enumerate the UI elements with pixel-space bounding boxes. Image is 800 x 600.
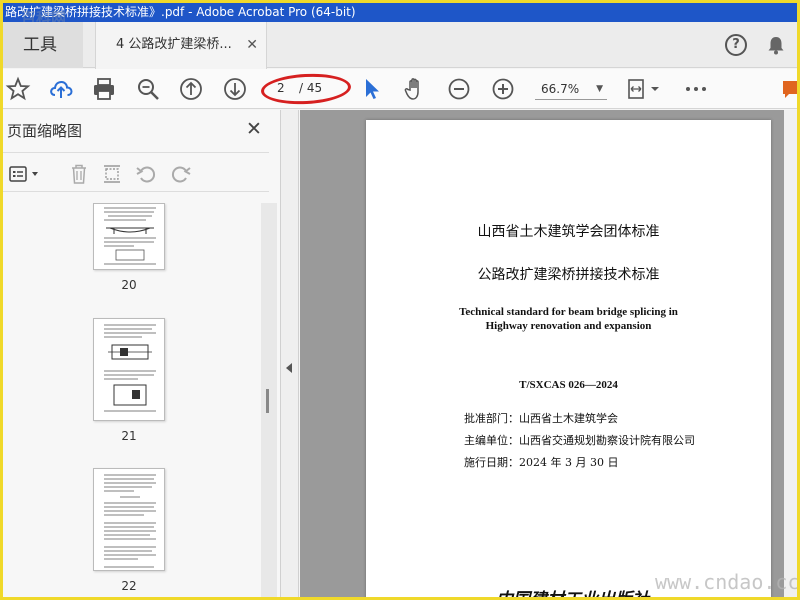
bookmark-star-icon[interactable]	[5, 76, 31, 102]
watermark-bottom-right: www.cndao.cc	[655, 570, 797, 594]
page-title-en: Technical standard for beam bridge splic…	[366, 305, 771, 333]
window-title-bar: 路改扩建梁桥拼接技术标准》.pdf - Adobe Acrobat Pro (6…	[3, 3, 797, 22]
zoom-in-icon[interactable]	[490, 76, 516, 102]
comment-icon[interactable]	[781, 76, 797, 102]
thumbnail-list[interactable]: 20 21 22	[3, 203, 261, 597]
pdf-page: 山西省土木建筑学会团体标准 公路改扩建梁桥拼接技术标准 Technical st…	[366, 120, 771, 597]
tab-tools[interactable]: 工具	[3, 22, 83, 68]
zoom-out-icon[interactable]	[446, 76, 472, 102]
rotate-right-icon	[172, 166, 191, 183]
thumbnail-page-21[interactable]	[93, 318, 165, 421]
page-chief-unit: 主编单位：山西省交通规划勘察设计院有限公司	[464, 434, 695, 447]
viewer-scrollbar[interactable]	[784, 110, 797, 597]
sidebar-scroll-thumb[interactable]	[266, 389, 269, 413]
thumbnail-page-22[interactable]	[93, 468, 165, 571]
main-toolbar: 2 / 45 66.7% ▼	[3, 69, 797, 109]
page-title-cn: 公路改扩建梁桥拼接技术标准	[477, 267, 660, 283]
sidebar-scrollbar[interactable]	[261, 203, 277, 597]
acrobat-window: 路改扩建梁桥拼接技术标准》.pdf - Adobe Acrobat Pro (6…	[3, 3, 797, 597]
print-icon[interactable]	[91, 76, 117, 102]
page-title-en-line1: Technical standard for beam bridge splic…	[459, 306, 678, 318]
page-organization: 山西省土木建筑学会团体标准	[477, 224, 660, 240]
sidebar-splitter[interactable]	[281, 110, 299, 597]
sidebar-close-icon[interactable]: ✕	[246, 118, 262, 140]
fit-page-icon[interactable]	[625, 76, 665, 102]
thumbnail-label-21: 21	[121, 429, 137, 443]
tab-close-icon[interactable]: ✕	[246, 22, 258, 68]
thumbnail-options-icon[interactable]	[8, 162, 44, 186]
collapse-arrow-icon[interactable]	[286, 363, 292, 373]
help-icon[interactable]: ?	[725, 34, 747, 56]
tab-document[interactable]: 4 公路改扩建梁桥... ✕	[95, 22, 267, 69]
rotate-left-icon	[136, 166, 155, 183]
more-options-icon[interactable]	[683, 76, 709, 102]
cloud-upload-icon[interactable]	[48, 76, 74, 102]
zoom-level-dropdown[interactable]: 66.7% ▼	[535, 78, 607, 100]
delete-page-icon	[72, 164, 86, 184]
next-page-icon[interactable]	[222, 76, 248, 102]
tab-document-label: 4 公路改扩建梁桥...	[116, 37, 232, 52]
zoom-search-icon[interactable]	[135, 76, 161, 102]
select-cursor-icon[interactable]	[359, 76, 385, 102]
thumbnail-sidebar: 页面缩略图 ✕ 20 21 22	[3, 110, 281, 597]
page-title-en-line2: Highway renovation and expansion	[485, 320, 652, 332]
page-effective-date: 施行日期：2024 年 3 月 30 日	[464, 456, 619, 469]
page-standard-code: T/SXCAS 026—2024	[519, 379, 618, 391]
page-approved-by: 批准部门：山西省土木建筑学会	[464, 412, 618, 425]
sidebar-title: 页面缩略图	[7, 122, 83, 140]
insert-page-icon	[104, 165, 120, 183]
hand-tool-icon[interactable]	[402, 76, 428, 102]
thumbnail-page-20[interactable]	[93, 203, 165, 270]
page-publisher: 中国建材工业出版社	[496, 585, 649, 597]
thumbnail-preview-22	[104, 474, 156, 568]
tab-bar: 工具 4 公路改扩建梁桥... ✕ ?	[3, 22, 797, 69]
notification-bell-icon[interactable]	[765, 34, 787, 56]
previous-page-icon[interactable]	[178, 76, 204, 102]
zoom-level-value: 66.7%	[541, 82, 580, 96]
thumbnail-label-20: 20	[121, 278, 137, 292]
thumbnail-preview-20	[104, 207, 156, 265]
document-viewer[interactable]: 山西省土木建筑学会团体标准 公路改扩建梁桥拼接技术标准 Technical st…	[300, 110, 784, 597]
thumbnail-preview-21	[104, 324, 156, 412]
chevron-down-icon: ▼	[596, 84, 603, 94]
thumbnail-label-22: 22	[121, 579, 137, 593]
sidebar-toolbar	[3, 152, 269, 192]
